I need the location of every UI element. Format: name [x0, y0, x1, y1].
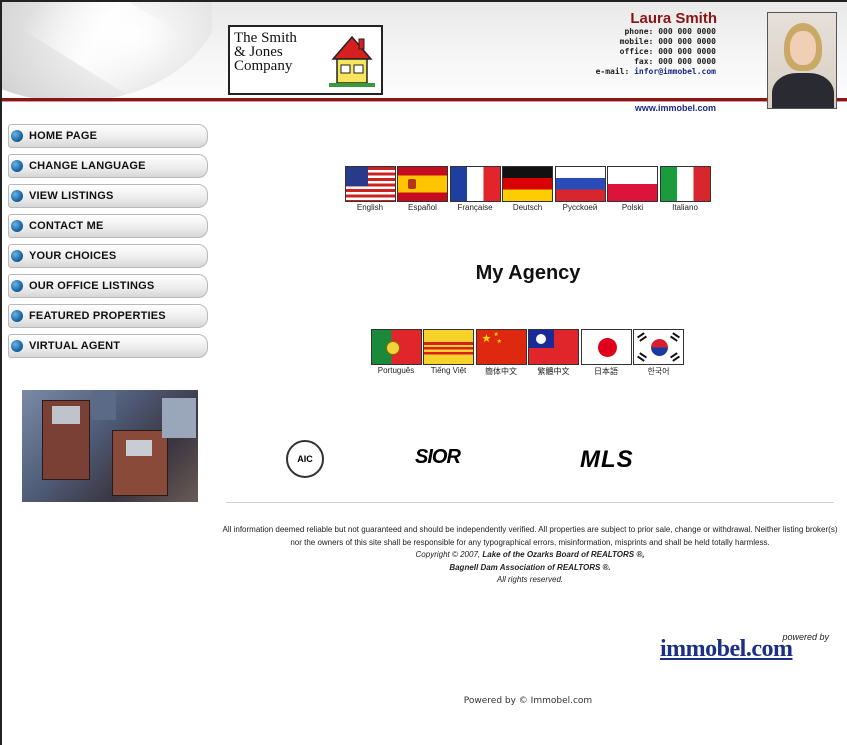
language-label: 繁體中文	[537, 367, 570, 376]
us-flag-icon	[344, 166, 396, 202]
header-swoosh-graphic	[2, 2, 212, 112]
nav-home-page[interactable]: HOME PAGE	[8, 124, 208, 148]
language-polski[interactable]: Polski	[607, 166, 659, 212]
house-icon	[329, 35, 375, 87]
phone-line: phone: 000 000 0000	[624, 27, 716, 36]
language-label: English	[356, 203, 384, 212]
nav-virtual-agent[interactable]: VIRTUAL AGENT	[8, 334, 208, 358]
language-francaise[interactable]: Française	[449, 166, 501, 212]
language-japanese[interactable]: 日本語	[580, 329, 632, 377]
website-link[interactable]: www.immobel.com	[635, 103, 716, 113]
language-simplified-chinese[interactable]: ★ ★ ★ 簡体中文	[475, 329, 527, 377]
email-line: e-mail: infor@immobel.com	[595, 67, 716, 76]
mobile-line: mobile: 000 000 0000	[619, 37, 716, 46]
bullet-icon	[11, 130, 23, 142]
nav-your-choices[interactable]: YOUR CHOICES	[8, 244, 208, 268]
taiwan-flag-icon	[528, 329, 579, 365]
aic-logo[interactable]: AIC	[286, 440, 324, 478]
board-of-realtors-link[interactable]: Lake of the Ozarks Board of REALTORS ®,	[482, 550, 644, 559]
company-logo[interactable]: The Smith & Jones Company	[228, 25, 383, 95]
language-flags-row-1: English Español Française Deutsch Pyccko…	[344, 166, 712, 212]
disclaimer: All information deemed reliable but not …	[220, 524, 840, 587]
china-flag-icon: ★ ★ ★	[475, 329, 527, 365]
vietnam-flag-icon	[423, 329, 474, 365]
nav-view-listings[interactable]: VIEW LISTINGS	[8, 184, 208, 208]
nav-our-office-listings[interactable]: OUR OFFICE LISTINGS	[8, 274, 208, 298]
nav-label: CHANGE LANGUAGE	[29, 160, 146, 172]
language-deutsch[interactable]: Deutsch	[502, 166, 554, 212]
korea-flag-icon	[633, 329, 684, 365]
bullet-icon	[11, 310, 23, 322]
language-label: Pycckoeй	[562, 203, 598, 212]
language-tieng-viet[interactable]: Tiếng Việt	[423, 329, 475, 377]
city-aerial-photo	[22, 390, 198, 502]
bullet-icon	[11, 190, 23, 202]
association-logos: AIC SIOR MLS	[280, 440, 660, 480]
japan-flag-icon	[580, 329, 632, 365]
language-label: Português	[377, 366, 415, 375]
bullet-icon	[11, 250, 23, 262]
spain-flag-icon	[397, 166, 448, 202]
nav-label: YOUR CHOICES	[29, 250, 117, 262]
agent-name: Laura Smith	[630, 10, 717, 27]
email-link[interactable]: infor@immobel.com	[634, 67, 716, 76]
nav-contact-me[interactable]: CONTACT ME	[8, 214, 208, 238]
nav-change-language[interactable]: CHANGE LANGUAGE	[8, 154, 208, 178]
poland-flag-icon	[607, 166, 658, 202]
disclaimer-text: All information deemed reliable but not …	[222, 525, 838, 547]
nav-label: HOME PAGE	[29, 130, 98, 142]
language-label: Italiano	[672, 203, 698, 212]
association-of-realtors-link[interactable]: Bagnell Dam Association of REALTORS ®.	[220, 562, 840, 575]
bullet-icon	[11, 340, 23, 352]
language-espanol[interactable]: Español	[397, 166, 449, 212]
language-label: 日本語	[594, 367, 618, 376]
company-logo-text: The Smith & Jones Company	[234, 30, 297, 74]
mls-logo[interactable]: MLS	[580, 446, 634, 474]
language-flags-row-2: Português Tiếng Việt ★ ★ ★ 簡体中文 繁體中文 日本語	[370, 329, 685, 377]
bullet-icon	[11, 160, 23, 172]
sior-logo[interactable]: SIOR	[415, 446, 461, 469]
italy-flag-icon	[659, 166, 711, 202]
immobel-logo-link[interactable]: immobel.com	[660, 636, 793, 663]
language-italiano[interactable]: Italiano	[659, 166, 711, 212]
header-divider-shadow	[2, 101, 847, 102]
page-title: My Agency	[475, 262, 581, 284]
footer-powered-by[interactable]: Powered by © Immobel.com	[228, 696, 828, 706]
copyright-line: Copyright © 2007, Lake of the Ozarks Boa…	[415, 550, 645, 559]
language-label: Polski	[621, 203, 644, 212]
language-label: Tiếng Việt	[430, 366, 467, 375]
nav-label: VIRTUAL AGENT	[29, 340, 121, 352]
fax-line: fax: 000 000 0000	[634, 57, 716, 66]
portugal-flag-icon	[370, 329, 422, 365]
nav-label: OUR OFFICE LISTINGS	[29, 280, 155, 292]
language-portugues[interactable]: Português	[370, 329, 422, 377]
nav-featured-properties[interactable]: FEATURED PROPERTIES	[8, 304, 208, 328]
language-label: 簡体中文	[485, 367, 517, 376]
bullet-icon	[11, 220, 23, 232]
language-korean[interactable]: 한국어	[633, 329, 685, 377]
nav-label: CONTACT ME	[29, 220, 104, 232]
language-label: Française	[457, 203, 493, 212]
bullet-icon	[11, 280, 23, 292]
content-divider	[226, 502, 834, 503]
language-label: 한국어	[647, 367, 670, 376]
nav-label: VIEW LISTINGS	[29, 190, 114, 202]
language-label: Deutsch	[512, 203, 543, 212]
rights-reserved: All rights reserved.	[496, 575, 564, 584]
language-english[interactable]: English	[344, 166, 396, 212]
language-russian[interactable]: Pycckoeй	[554, 166, 606, 212]
nav-label: FEATURED PROPERTIES	[29, 310, 166, 322]
agent-photo	[767, 12, 837, 109]
contact-info: phone: 000 000 0000 mobile: 000 000 0000…	[596, 27, 716, 77]
sidebar-nav: HOME PAGE CHANGE LANGUAGE VIEW LISTINGS …	[8, 124, 208, 364]
language-traditional-chinese[interactable]: 繁體中文	[528, 329, 580, 377]
language-label: Español	[408, 203, 437, 212]
germany-flag-icon	[502, 166, 553, 202]
france-flag-icon	[449, 166, 501, 202]
header	[2, 2, 847, 112]
office-line: office: 000 000 0000	[619, 47, 716, 56]
russia-flag-icon	[554, 166, 606, 202]
